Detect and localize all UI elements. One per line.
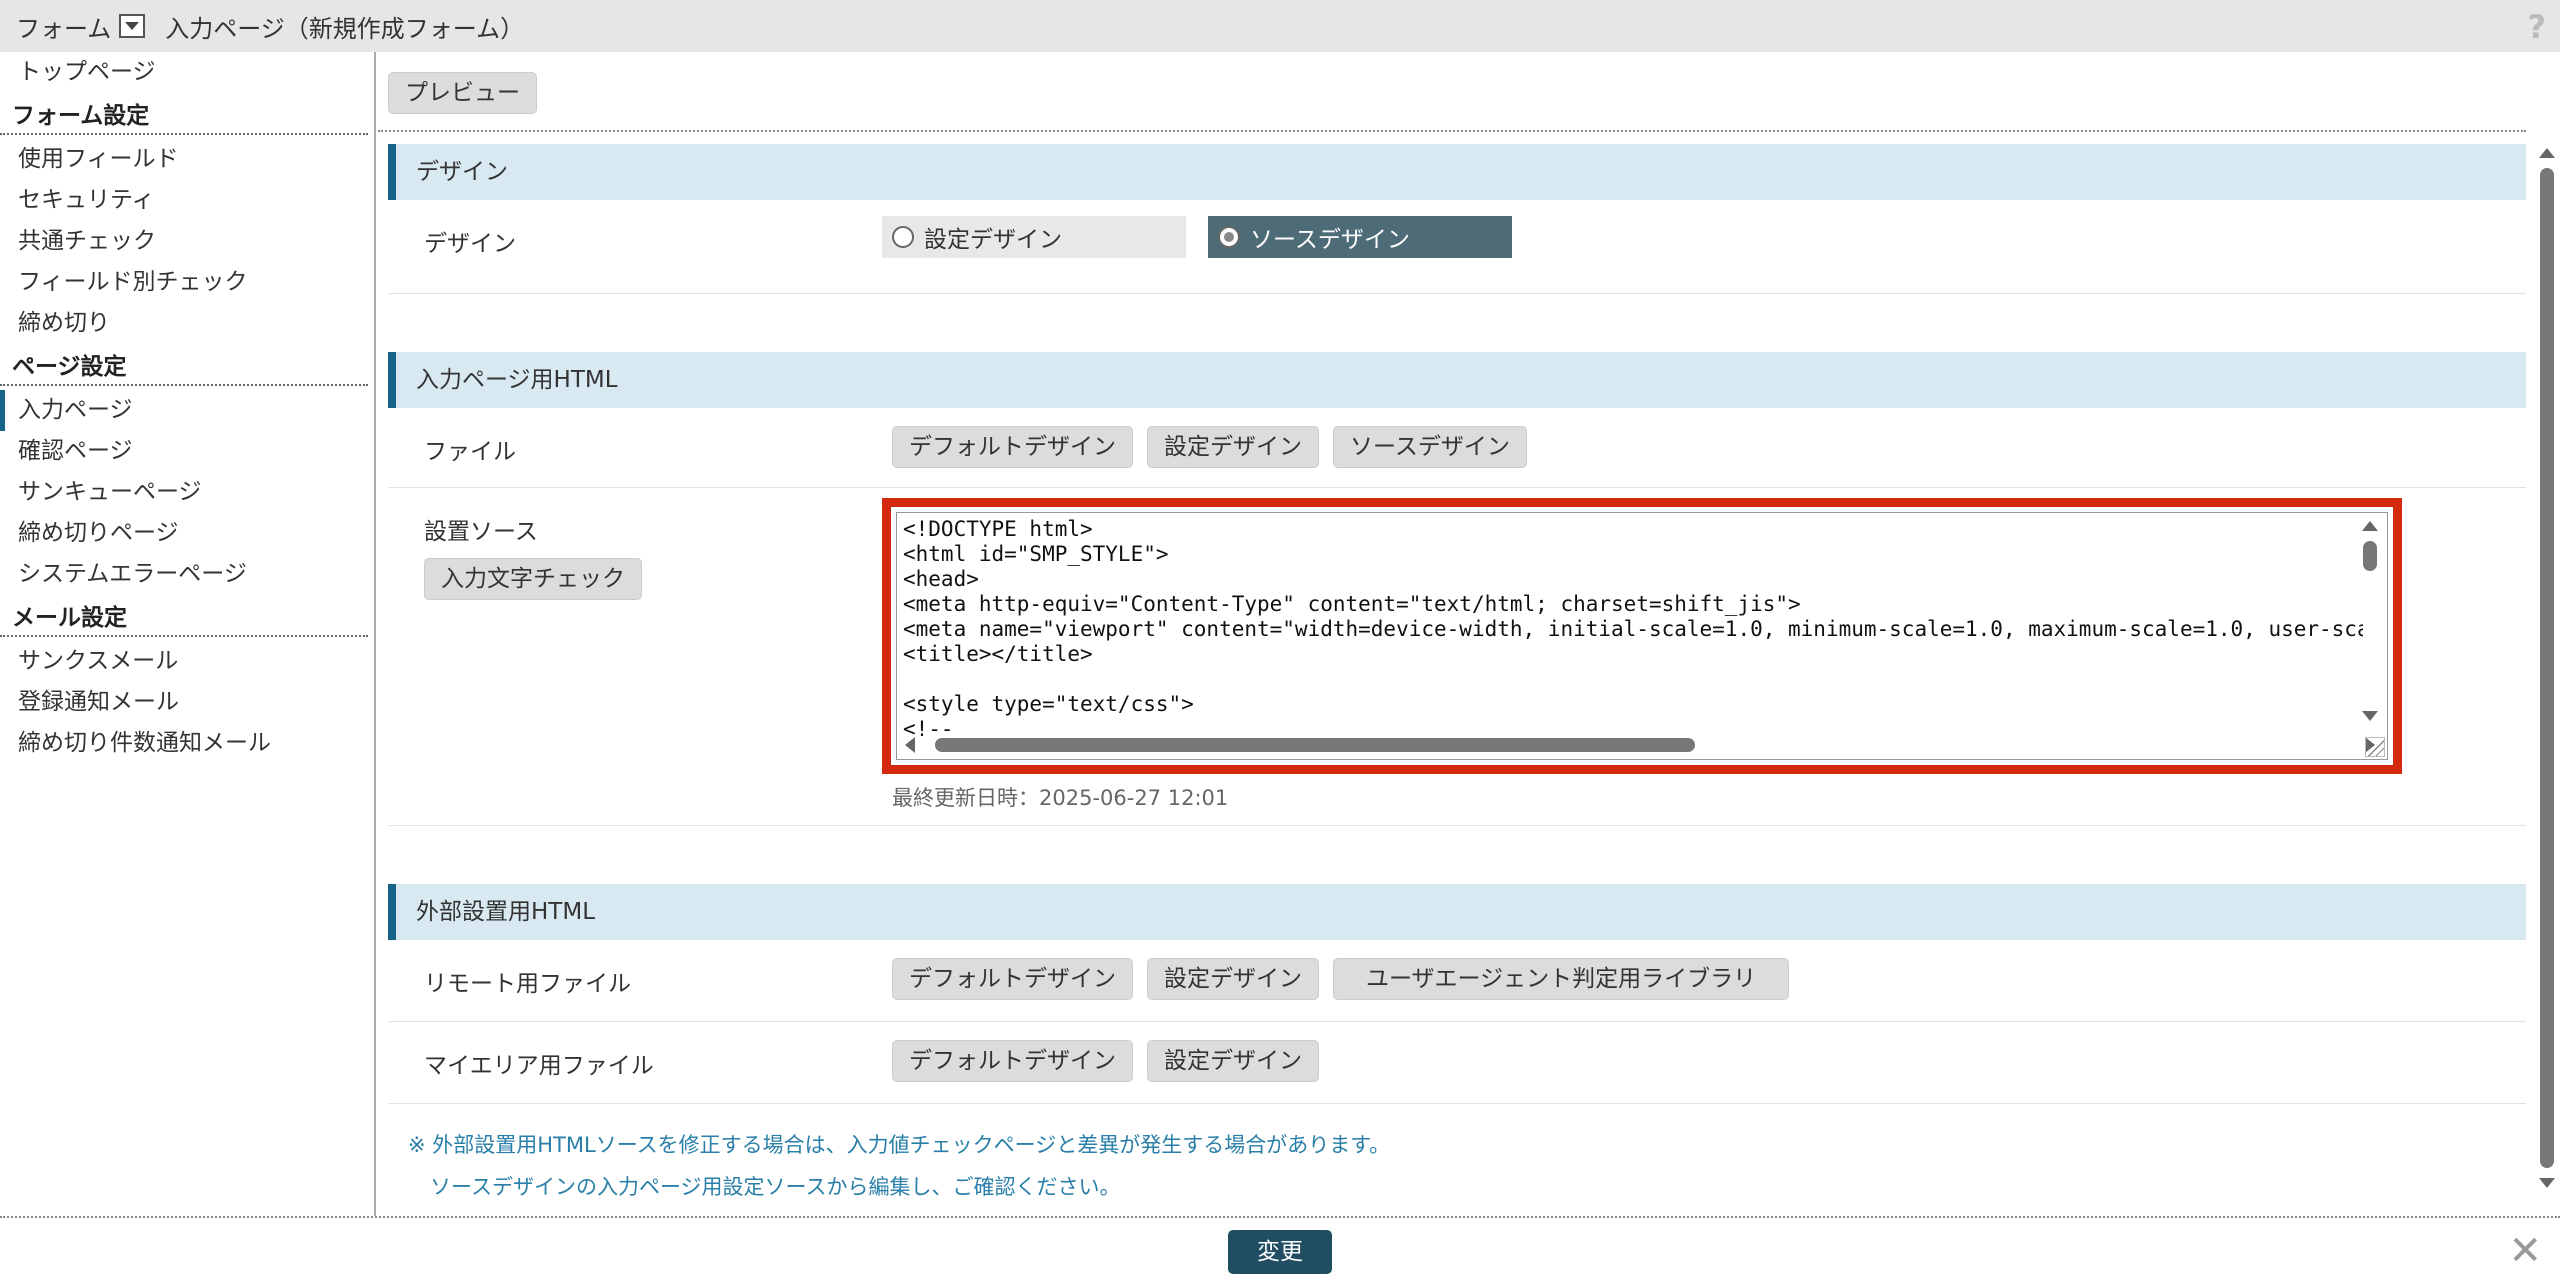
sidebar-heading-mail-settings: メール設定 [0,599,368,637]
source-design-button[interactable]: ソースデザイン [1333,426,1527,468]
sidebar-heading-form-settings: フォーム設定 [0,97,368,135]
sidebar-item-system-error-page[interactable]: システムエラーページ [0,554,374,595]
page-scrollbar[interactable] [2536,148,2558,1204]
note-line-1: ※ 外部設置用HTMLソースを修正する場合は、入力値チェックページと差異が発生す… [408,1133,1391,1157]
scroll-left-icon[interactable] [905,737,915,753]
source-code-text[interactable]: <!DOCTYPE html> <html id="SMP_STYLE"> <h… [903,517,2363,742]
sidebar-item-security[interactable]: セキュリティ [0,180,374,221]
scroll-up-icon[interactable] [2362,521,2378,531]
preview-button[interactable]: プレビュー [388,72,537,114]
radio-source-design[interactable]: ソースデザイン [1208,216,1512,258]
scroll-down-icon[interactable] [2362,711,2378,721]
ua-library-button[interactable]: ユーザエージェント判定用ライブラリ [1333,958,1790,1000]
last-updated-text: 最終更新日時：2025-06-27 12:01 [892,786,1229,810]
radio-selected-icon [1218,226,1240,248]
sidebar-item-deadline-count-mail[interactable]: 締め切り件数通知メール [0,723,374,764]
editor-horizontal-scrollbar[interactable] [905,735,2375,753]
default-design-button[interactable]: デフォルトデザイン [892,426,1133,468]
scroll-thumb[interactable] [935,738,1695,752]
page-scroll-thumb[interactable] [2540,168,2554,1168]
design-section-header: デザイン [388,144,2526,200]
input-html-section-header: 入力ページ用HTML [388,352,2526,408]
resize-grip-icon[interactable] [2365,737,2385,757]
bottom-bar: 変更 ✕ [0,1216,2560,1284]
remote-default-design-button[interactable]: デフォルトデザイン [892,958,1133,1000]
editor-vertical-scrollbar[interactable] [2361,521,2379,721]
myarea-setting-design-button[interactable]: 設定デザイン [1147,1040,1319,1082]
sidebar-item-deadline[interactable]: 締め切り [0,303,374,344]
page-title: 入力ページ（新規作成フォーム） [165,14,525,43]
source-label: 設置ソース [424,519,538,545]
sidebar-item-input-page[interactable]: 入力ページ [0,390,374,431]
sidebar-item-field-check[interactable]: フィールド別チェック [0,262,374,303]
scroll-thumb[interactable] [2363,541,2377,571]
form-menu-label[interactable]: フォーム [16,9,111,44]
close-icon[interactable]: ✕ [2508,1228,2542,1274]
form-menu-dropdown-icon[interactable] [119,14,146,38]
radio-setting-design[interactable]: 設定デザイン [882,216,1186,258]
remote-file-label: リモート用ファイル [424,971,631,997]
sidebar-item-thankyou-page[interactable]: サンキューページ [0,472,374,513]
design-radio-group: 設定デザイン ソースデザイン [882,216,1534,258]
notes: ※ 外部設置用HTMLソースを修正する場合は、入力値チェックページと差異が発生す… [408,1124,2526,1208]
source-row: 設置ソース 入力文字チェック <!DOCTYPE html> <html id=… [388,488,2526,826]
source-editor[interactable]: <!DOCTYPE html> <html id="SMP_STYLE"> <h… [896,512,2388,760]
myarea-file-row: マイエリア用ファイル デフォルトデザイン 設定デザイン [388,1022,2526,1104]
design-label: デザイン [424,231,516,257]
sidebar-item-confirm-page[interactable]: 確認ページ [0,431,374,472]
sidebar-item-fields[interactable]: 使用フィールド [0,139,374,180]
source-editor-highlight: <!DOCTYPE html> <html id="SMP_STYLE"> <h… [882,498,2402,774]
myarea-button-group: デフォルトデザイン 設定デザイン [892,1040,1333,1082]
preview-bar: プレビュー [378,52,2526,132]
myarea-default-design-button[interactable]: デフォルトデザイン [892,1040,1133,1082]
sidebar-item-common-check[interactable]: 共通チェック [0,221,374,262]
file-button-group: デフォルトデザイン 設定デザイン ソースデザイン [892,426,1541,468]
myarea-file-label: マイエリア用ファイル [424,1053,654,1079]
sidebar: トップページ フォーム設定 使用フィールド セキュリティ 共通チェック フィール… [0,52,376,1218]
remote-button-group: デフォルトデザイン 設定デザイン ユーザエージェント判定用ライブラリ [892,958,1803,1000]
remote-file-row: リモート用ファイル デフォルトデザイン 設定デザイン ユーザエージェント判定用ライブ… [388,940,2526,1022]
file-label: ファイル [424,439,516,465]
input-char-check-button[interactable]: 入力文字チェック [424,558,642,600]
sidebar-heading-page-settings: ページ設定 [0,348,368,386]
external-html-section-header: 外部設置用HTML [388,884,2526,940]
top-bar: フォーム 入力ページ（新規作成フォーム） ? [0,0,2560,52]
file-row: ファイル デフォルトデザイン 設定デザイン ソースデザイン [388,408,2526,488]
sidebar-item-deadline-page[interactable]: 締め切りページ [0,513,374,554]
sidebar-item-registration-mail[interactable]: 登録通知メール [0,682,374,723]
page-scroll-down-icon[interactable] [2539,1178,2555,1188]
sidebar-item-top[interactable]: トップページ [0,52,374,93]
change-button[interactable]: 変更 [1228,1230,1332,1274]
sidebar-item-thanks-mail[interactable]: サンクスメール [0,641,374,682]
page-scroll-up-icon[interactable] [2539,148,2555,158]
main-content: プレビュー デザイン デザイン 設定デザイン ソースデザイン 入力ページ用HTM… [378,52,2526,1218]
radio-setting-design-label: 設定デザイン [924,227,1062,253]
radio-source-design-label: ソースデザイン [1250,227,1410,253]
setting-design-button[interactable]: 設定デザイン [1147,426,1319,468]
note-line-2: ソースデザインの入力ページ用設定ソースから編集し、ご確認ください。 [430,1175,1121,1199]
remote-setting-design-button[interactable]: 設定デザイン [1147,958,1319,1000]
radio-circle-icon [892,226,914,248]
help-icon[interactable]: ? [2527,8,2546,46]
design-row: デザイン 設定デザイン ソースデザイン [388,200,2526,294]
